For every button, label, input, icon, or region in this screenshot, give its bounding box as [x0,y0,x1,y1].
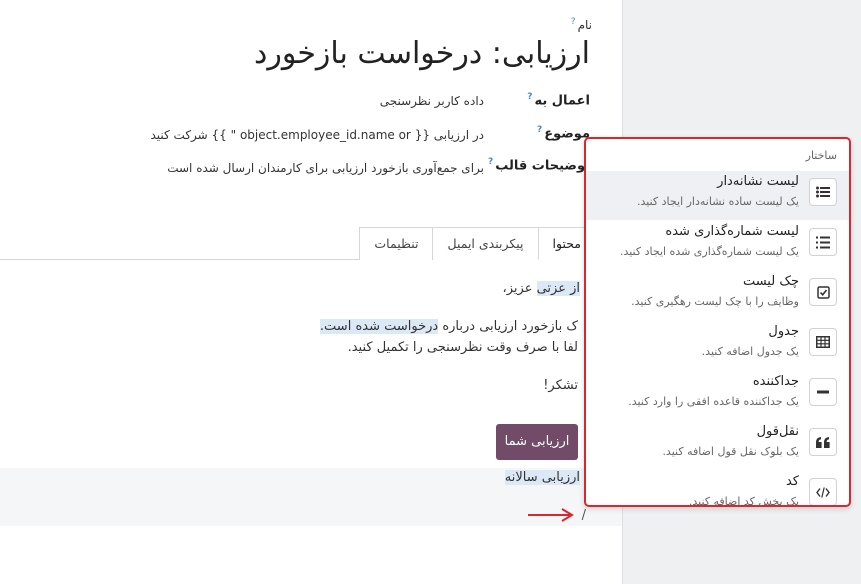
notebook-tabs: محتوا پیکربندی ایمیل تنظیمات [359,227,622,260]
separator-icon [809,378,837,406]
your-evaluation-button[interactable]: ارزیابی شما [496,424,578,460]
command-description: یک جداکننده قاعده افقی را وارد کنید. [628,395,799,408]
page-title[interactable]: ارزیابی: درخواست بازخورد [254,36,590,71]
command-description: یک جدول اضافه کنید. [701,345,799,358]
command-quote[interactable]: نقل‌قول یک بلوک نقل قول اضافه کنید. [586,421,849,470]
tab-email-config[interactable]: پیکربندی ایمیل [432,227,539,260]
command-title: لیست نشانه‌دار [717,174,799,189]
thanks-line[interactable]: تشکر! [543,378,578,393]
command-title: لیست شماره‌گذاری شده [665,224,799,239]
greeting-line[interactable]: از عزتی عزیز، [503,281,580,296]
apply-to-label: اعمال به? [527,92,590,109]
footer-text[interactable]: ارزیابی سالانه [504,470,580,485]
command-title: جداکننده [752,374,799,389]
code-icon [809,478,837,505]
command-description: یک بخش کد اضافه کنید. [688,495,799,507]
tab-settings[interactable]: تنظیمات [359,227,434,260]
subject-label: موضوع? [536,125,590,142]
subject-field[interactable]: در ارزیابی {{ object.employee_id.name or… [150,128,484,142]
help-icon[interactable]: ? [537,125,542,135]
command-bulleted-list[interactable]: لیست نشانه‌دار یک لیست ساده نشانه‌دار ای… [586,171,849,220]
command-separator[interactable]: جداکننده یک جداکننده قاعده افقی را وارد … [586,371,849,420]
command-numbered-list[interactable]: لیست شماره‌گذاری شده یک لیست شماره‌گذاری… [586,221,849,270]
template-description-label: توضیحات قالب? [487,157,590,174]
body-line-2[interactable]: لفا با صرف وقت نظرسنجی را تکمیل کنید. [348,340,578,355]
numbered-list-icon [809,228,837,256]
quote-icon [809,428,837,456]
help-icon[interactable]: ? [571,17,576,27]
command-title: کد [785,474,799,489]
apply-to-field[interactable]: داده کاربر نظرسنجی [380,94,484,108]
command-description: یک لیست ساده نشانه‌دار ایجاد کنید. [637,195,799,208]
command-description: یک لیست شماره‌گذاری شده ایجاد کنید. [619,245,799,258]
annotation-arrow-icon [528,508,574,522]
palette-heading: ساختار [805,149,837,162]
template-description-field[interactable]: برای جمع‌آوری بازخورد ارزیابی برای کارمن… [167,161,484,175]
help-icon[interactable]: ? [527,92,532,102]
form-sheet: نام? ارزیابی: درخواست بازخورد اعمال به? … [0,0,622,584]
command-description: یک بلوک نقل قول اضافه کنید. [662,445,799,458]
command-title: چک لیست [742,274,799,289]
command-title: جدول [768,324,799,339]
command-title: نقل‌قول [756,424,799,439]
help-icon[interactable]: ? [488,157,493,167]
command-checklist[interactable]: چک لیست وظایف را با چک لیست رهگیری کنید. [586,271,849,320]
bulleted-list-icon [809,178,837,206]
name-field-label: نام? [570,17,592,32]
command-table[interactable]: جدول یک جدول اضافه کنید. [586,321,849,370]
table-icon [809,328,837,356]
command-palette: ساختار لیست نشانه‌دار یک لیست ساده نشانه… [584,137,851,507]
command-code[interactable]: کد یک بخش کد اضافه کنید. [586,471,849,507]
command-description: وظایف را با چک لیست رهگیری کنید. [631,295,799,308]
checklist-icon [809,278,837,306]
body-line-1[interactable]: ک بازخورد ارزیابی درباره درخواست شده است… [319,319,578,334]
slash-command-input[interactable]: / [582,508,586,523]
